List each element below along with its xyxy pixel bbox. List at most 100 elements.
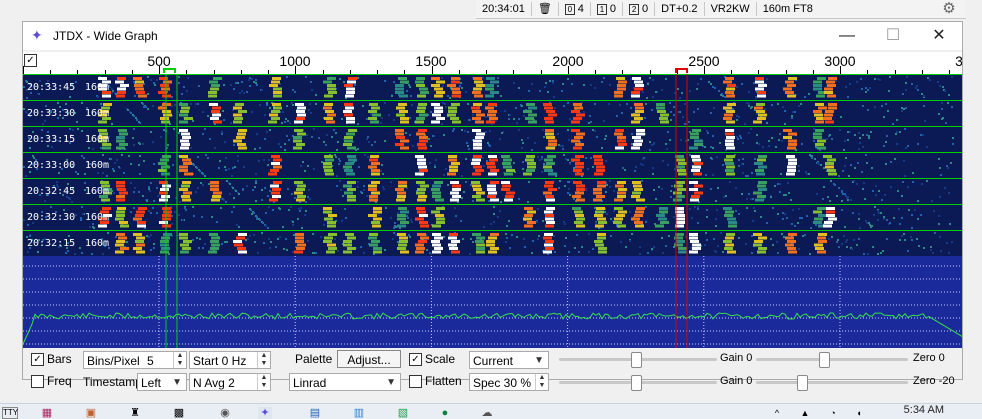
signal-mark	[617, 87, 626, 91]
current-select[interactable]: Current ▼	[469, 351, 549, 369]
close-button[interactable]: ✕	[916, 22, 962, 50]
noise-speck	[102, 172, 104, 174]
noise-speck	[651, 109, 653, 111]
signal-mark	[348, 158, 357, 162]
noise-speck	[291, 193, 293, 195]
tty-icon[interactable]: TTY	[2, 407, 18, 419]
scale-checkbox[interactable]: ✓	[409, 353, 422, 366]
palette-select[interactable]: Linrad ▼	[289, 373, 401, 391]
bars-checkbox[interactable]: ✓	[31, 353, 44, 366]
noise-speck	[358, 166, 360, 168]
signal-mark	[371, 221, 380, 224]
spectrum-display[interactable]	[23, 256, 962, 348]
frequency-ruler[interactable]: ✓ 500 1000 1500 2000 2500 3000 3	[23, 52, 962, 75]
adjust-button[interactable]: Adjust...	[337, 350, 401, 368]
app-icon[interactable]: ♜	[128, 407, 142, 419]
signal-mark	[116, 146, 125, 150]
wifi-icon[interactable]: ◔	[826, 407, 840, 419]
signal-mark	[235, 103, 244, 106]
spin-arrows-icon[interactable]: ▲ ▼	[257, 374, 270, 390]
title-bar[interactable]: ✦ JTDX - Wide Graph — ☐ ✕	[23, 22, 962, 50]
signal-mark	[656, 106, 665, 110]
noise-speck	[766, 222, 768, 224]
tray-icon[interactable]: ▲	[798, 407, 812, 419]
app-icon[interactable]: ▧	[396, 407, 410, 419]
start-hz-spinbox[interactable]: Start 0 Hz ▲ ▼	[189, 351, 271, 369]
noise-speck	[893, 217, 895, 219]
noise-speck	[565, 237, 567, 239]
noise-speck	[766, 78, 768, 80]
freq-checkbox[interactable]	[31, 375, 44, 388]
app-icon[interactable]: ▥	[352, 407, 366, 419]
app-icon[interactable]: ▩	[172, 407, 186, 419]
noise-speck	[294, 91, 296, 93]
noise-speck	[152, 141, 154, 143]
zero-slider-top-thumb[interactable]	[819, 352, 831, 368]
signal-mark	[725, 132, 734, 136]
signal-mark	[788, 158, 797, 162]
app-icon[interactable]: ▣	[84, 407, 98, 419]
signal-mark	[523, 217, 532, 221]
navg-spinbox[interactable]: N Avg 2 ▲ ▼	[189, 373, 271, 391]
signal-mark	[181, 143, 190, 146]
speaker-icon[interactable]: ◖	[852, 407, 866, 419]
bins-per-pixel-spinbox[interactable]: Bins/Pixel 5 ▲ ▼	[83, 351, 187, 369]
rx-marker[interactable]	[163, 68, 176, 73]
minimize-button[interactable]: —	[824, 22, 870, 50]
zero-slider-bottom[interactable]	[756, 381, 908, 384]
noise-speck	[902, 181, 904, 183]
signal-mark	[211, 236, 220, 240]
signal-mark	[116, 139, 125, 143]
app-icon[interactable]: ◉	[218, 407, 232, 419]
gain-slider-top-thumb[interactable]	[631, 352, 643, 368]
chevron-up-icon[interactable]: ^	[770, 407, 784, 419]
signal-mark	[137, 221, 146, 224]
noise-speck	[710, 112, 712, 114]
noise-speck	[284, 121, 286, 123]
trash-cell[interactable]: 🗑	[532, 2, 559, 16]
spin-arrows-icon[interactable]: ▲ ▼	[173, 352, 186, 368]
gear-icon[interactable]: ⚙	[940, 0, 958, 18]
signal-mark	[474, 94, 483, 98]
signal-mark	[347, 181, 356, 184]
noise-speck	[307, 240, 309, 242]
spec-value: Spec 30 %	[473, 376, 532, 390]
noise-speck	[469, 253, 471, 255]
noise-speck	[904, 239, 906, 241]
noise-speck	[342, 195, 344, 197]
spin-arrows-icon[interactable]: ▲ ▼	[257, 352, 270, 368]
ruler-checkbox[interactable]: ✓	[24, 54, 37, 67]
app-icon[interactable]: ▦	[40, 407, 54, 419]
app-icon[interactable]: ☁	[480, 407, 494, 419]
jtdx-taskbar-icon[interactable]: ✦	[258, 407, 272, 419]
noise-speck	[286, 105, 288, 107]
zero-slider-bottom-thumb[interactable]	[796, 375, 808, 391]
app-icon[interactable]: ●	[438, 407, 452, 419]
flatten-checkbox[interactable]	[409, 375, 422, 388]
taskbar-clock[interactable]: 5:34 AM	[904, 404, 944, 416]
gain-slider-bottom-thumb[interactable]	[631, 375, 643, 391]
app-icon[interactable]: ▤	[308, 407, 322, 419]
signal-mark	[273, 91, 282, 94]
noise-speck	[741, 193, 743, 195]
timestamp-select[interactable]: Left ▼	[137, 373, 187, 391]
maximize-button[interactable]: ☐	[870, 22, 916, 50]
signal-mark	[543, 236, 552, 240]
signal-mark	[593, 198, 602, 202]
noise-speck	[172, 164, 174, 166]
noise-speck	[113, 170, 115, 172]
tx-marker[interactable]	[675, 68, 688, 73]
noise-speck	[746, 198, 748, 200]
signal-mark	[238, 110, 247, 113]
spin-arrows-icon[interactable]: ▲ ▼	[535, 374, 548, 390]
zero-slider-top[interactable]	[756, 358, 908, 361]
signal-mark	[418, 240, 427, 243]
signal-mark	[417, 188, 426, 191]
noise-speck	[497, 216, 499, 218]
noise-speck	[747, 175, 749, 177]
spec-percent-spinbox[interactable]: Spec 30 % ▲ ▼	[469, 373, 549, 391]
signal-mark	[273, 94, 282, 98]
signal-mark	[448, 106, 457, 110]
signal-mark	[490, 181, 499, 184]
waterfall-display[interactable]: 20:33:45 160m 20:33:30 160m 20:33:15 160m 20:3…	[23, 74, 962, 256]
